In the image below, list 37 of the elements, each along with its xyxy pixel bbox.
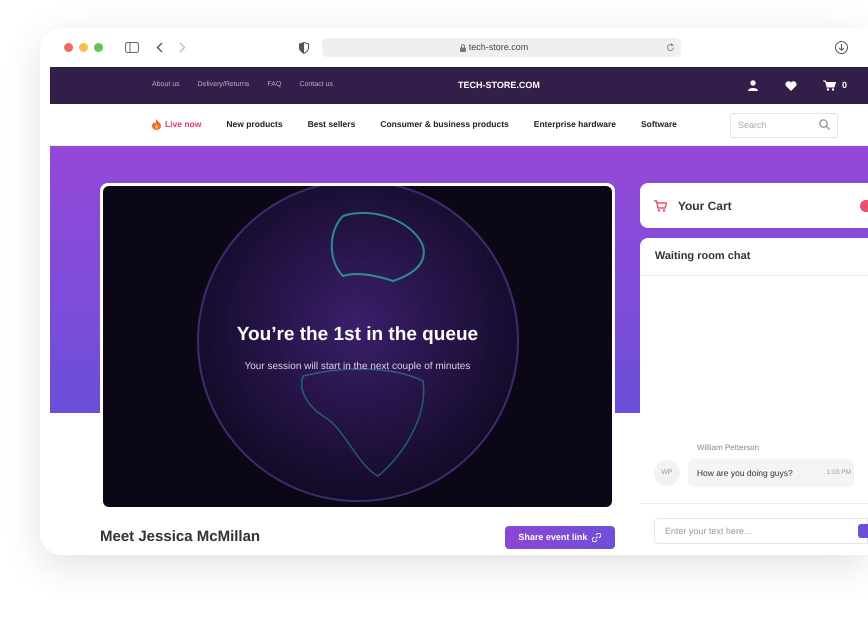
cart-card[interactable]: Your Cart xyxy=(640,183,868,228)
chat-title: Waiting room chat xyxy=(640,238,868,276)
link-icon xyxy=(592,533,602,542)
cart-title: Your Cart xyxy=(678,198,732,214)
nav-link[interactable]: New products xyxy=(226,118,283,131)
share-event-button[interactable]: Share event link xyxy=(504,526,615,549)
chat-input[interactable]: Enter your text here... xyxy=(654,518,868,544)
host-heading: Meet Jessica McMillan xyxy=(100,527,260,548)
address-bar[interactable]: tech-store.com xyxy=(322,38,681,57)
message-text: How are you doing guys? xyxy=(696,466,793,480)
cart-icon[interactable] xyxy=(823,80,836,91)
sidebar-icon[interactable] xyxy=(125,42,139,53)
search-field[interactable]: Search xyxy=(730,112,838,138)
nav-link[interactable]: Consumer & business products xyxy=(380,118,509,131)
lock-icon xyxy=(460,44,466,52)
nav-link[interactable]: Enterprise hardware xyxy=(534,118,616,131)
heart-icon[interactable] xyxy=(785,80,797,90)
queue-subtitle: Your session will start in the next couple of minutes xyxy=(244,360,470,374)
url-text: tech-store.com xyxy=(468,40,528,54)
send-button[interactable] xyxy=(858,524,868,538)
user-icon[interactable] xyxy=(748,80,758,91)
message-author: William Petterson xyxy=(696,442,760,454)
reload-icon[interactable] xyxy=(666,43,675,52)
cart-icon xyxy=(654,200,667,212)
search-icon[interactable] xyxy=(819,119,830,130)
store-logo[interactable]: TECH-STORE.COM xyxy=(458,78,598,92)
shield-icon[interactable] xyxy=(299,42,309,54)
close-window-button[interactable] xyxy=(64,43,73,52)
cart-badge xyxy=(860,200,868,212)
download-icon[interactable] xyxy=(835,41,848,54)
nav-link[interactable]: Best sellers xyxy=(308,118,356,131)
live-now-link[interactable]: Live now xyxy=(152,118,202,131)
queue-heading: You’re the 1st in the queue xyxy=(236,323,478,347)
cart-count: 0 xyxy=(842,78,848,92)
nav-link[interactable]: Software xyxy=(640,118,677,131)
flame-icon xyxy=(152,119,161,130)
back-icon[interactable] xyxy=(156,42,163,53)
